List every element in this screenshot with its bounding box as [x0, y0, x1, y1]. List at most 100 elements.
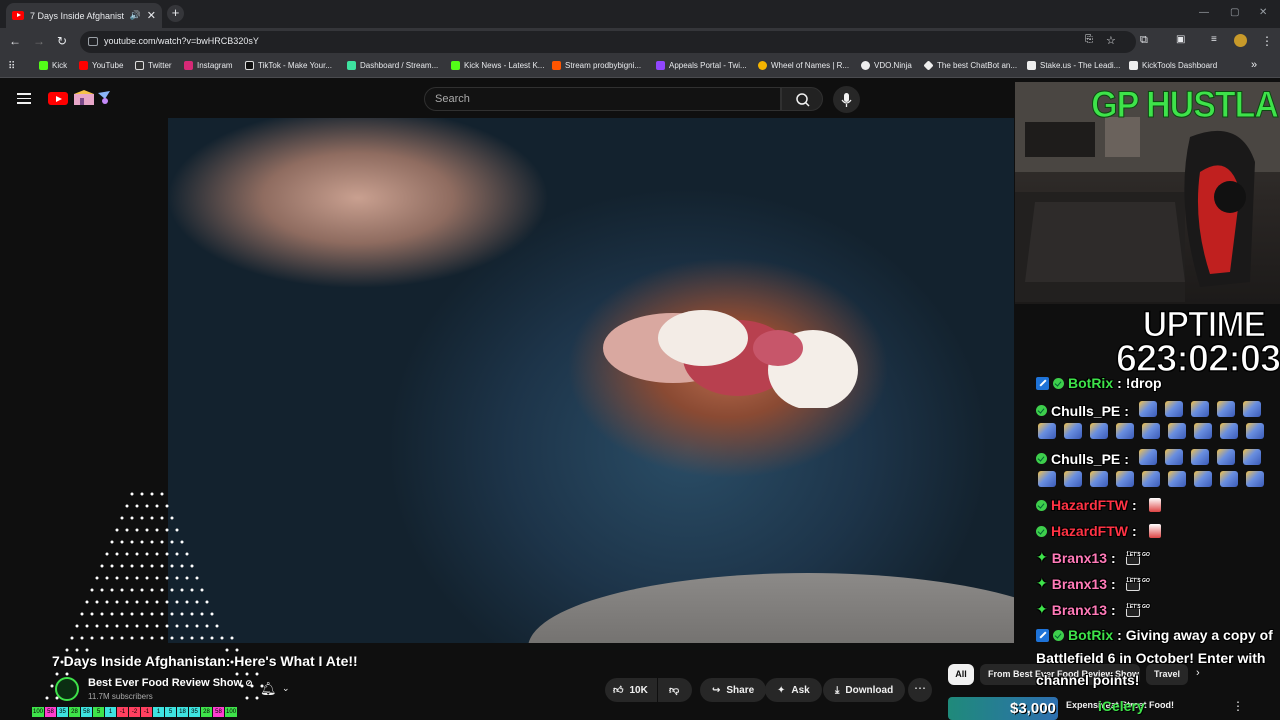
emote-icon — [1246, 471, 1264, 487]
chevron-down-icon[interactable]: ⌄ — [282, 683, 290, 694]
stream-icon — [552, 61, 561, 70]
maximize-window-button[interactable]: ▢ — [1230, 7, 1239, 18]
emote-icon — [1116, 423, 1134, 439]
chat-message: Chulls_PE: — [1036, 449, 1269, 468]
bookmark-star-icon[interactable]: ☆ — [1106, 34, 1116, 47]
bookmark-appeals[interactable]: Appeals Portal - Twi... — [656, 61, 747, 70]
verified-check-icon — [1036, 525, 1047, 537]
voice-search-button[interactable] — [833, 86, 860, 113]
chat-message: Chulls_PE: — [1036, 401, 1269, 420]
minimize-window-button[interactable]: — — [1199, 7, 1209, 18]
emote-icon — [1164, 401, 1183, 417]
emote-icon — [1138, 449, 1157, 465]
chat-message: ✦ Branx13: LET'S GO — [1036, 575, 1150, 592]
emote-icon — [1220, 471, 1238, 487]
emote-icon — [1194, 423, 1212, 439]
dislike-button[interactable]: 👎︎ — [658, 678, 692, 702]
video-player[interactable] — [168, 118, 1014, 643]
raw-meat-image — [603, 310, 858, 408]
bookmark-tiktok[interactable]: TikTok - Make Your... — [245, 61, 332, 70]
chip-travel[interactable]: Travel — [1146, 664, 1189, 685]
close-tab-icon[interactable]: ✕ — [147, 9, 156, 22]
apps-grid-icon[interactable]: ⠿ — [8, 61, 15, 72]
chip-all[interactable]: All — [948, 664, 974, 685]
chatbot-icon — [923, 60, 934, 71]
more-bookmarks-icon[interactable]: » — [1251, 59, 1257, 71]
like-button[interactable]: 👍︎ 10K — [605, 678, 657, 702]
emote-icon — [1064, 471, 1082, 487]
thumbs-down-icon: 👎︎ — [669, 685, 680, 696]
reload-button[interactable]: ↻ — [57, 34, 67, 48]
youtube-favicon-icon — [12, 11, 24, 20]
verified-check-icon — [1036, 405, 1047, 416]
bookmark-youtube[interactable]: YouTube — [79, 61, 123, 70]
instagram-icon — [184, 61, 193, 70]
bookmark-stake[interactable]: Stake.us - The Leadi... — [1027, 61, 1120, 70]
doodle-logo-art[interactable] — [72, 90, 112, 106]
browser-tab-strip: 7 Days Inside Afghanistan: 🔊 ✕ + — ▢ ✕ — [0, 0, 1280, 28]
bookmark-stream[interactable]: Stream prodbybigni... — [552, 61, 641, 70]
chat-text-continuation: channel points! — [1036, 672, 1140, 688]
youtube-logo-icon[interactable] — [48, 92, 68, 105]
kicktools-icon — [1129, 61, 1138, 70]
sidebar-icon[interactable]: ▣ — [1176, 34, 1185, 45]
microphone-icon — [841, 93, 852, 107]
emote-icon — [1142, 423, 1160, 439]
chat-emote-row — [1038, 471, 1272, 487]
chat-message: HazardFTW: — [1036, 497, 1161, 513]
tab-title: 7 Days Inside Afghanistan: — [30, 10, 124, 21]
bookmark-kick[interactable]: Kick — [39, 61, 67, 70]
bookmark-vdo-ninja[interactable]: VDO.Ninja — [861, 61, 912, 70]
search-button[interactable] — [781, 87, 823, 111]
emote-icon — [1216, 401, 1235, 417]
forward-button[interactable]: → — [33, 34, 45, 48]
download-button[interactable]: ⤓ Download — [823, 678, 906, 702]
cooking-pot-image — [528, 573, 1014, 643]
emote-icon — [1168, 471, 1186, 487]
bookmark-twitter[interactable]: Twitter — [135, 61, 172, 70]
ask-button[interactable]: ✦ Ask — [765, 678, 822, 702]
channel-avatar[interactable] — [55, 677, 79, 701]
subscriber-count: 11.7M subscribers — [88, 692, 153, 701]
bookmark-wheel[interactable]: Wheel of Names | R... — [758, 61, 849, 70]
bookmark-kicktools[interactable]: KickTools Dashboard — [1129, 61, 1217, 70]
bookmark-instagram[interactable]: Instagram — [184, 61, 233, 70]
new-tab-button[interactable]: + — [167, 5, 184, 22]
poll-color-bar: 100 58 35 28 58 5 1 -1 -2 -1 1 5 18 35 2… — [32, 707, 238, 717]
bookmark-chatbot[interactable]: The best ChatBot an... — [923, 60, 1017, 71]
audio-icon[interactable]: 🔊 — [130, 10, 141, 21]
profile-avatar[interactable] — [1234, 34, 1247, 47]
chat-message: ✦ Branx13: LET'S GO — [1036, 549, 1150, 566]
emote-icon — [1148, 498, 1161, 512]
share-button[interactable]: ↪ Share — [700, 678, 767, 702]
more-actions-button[interactable]: ⋯ — [908, 678, 932, 702]
recommended-more-icon[interactable]: ⋮ — [1232, 699, 1244, 713]
thumbs-up-icon: 👍︎ — [613, 685, 624, 696]
cast-icon[interactable]: ⎘ — [1085, 34, 1093, 45]
address-bar[interactable]: youtube.com/watch?v=bwHRCB320sY — [80, 31, 1136, 53]
bookmark-kick-news[interactable]: Kick News - Latest K... — [451, 61, 544, 70]
close-window-button[interactable]: ✕ — [1259, 7, 1267, 18]
share-arrow-icon: ↪ — [712, 684, 721, 696]
emote-icon — [1190, 401, 1209, 417]
chat-message: ✦ Branx13: LET'S GO — [1036, 601, 1150, 618]
hamburger-menu-icon[interactable] — [17, 93, 31, 104]
emote-icon — [1194, 471, 1212, 487]
emote-icon — [1090, 471, 1108, 487]
sparkle-icon: ✦ — [777, 684, 786, 696]
chat-username: Chulls_PE — [1051, 450, 1121, 467]
browser-tab-active[interactable]: 7 Days Inside Afghanistan: 🔊 ✕ — [6, 3, 162, 28]
channel-name[interactable]: Best Ever Food Review Show ⊘ — [88, 677, 253, 689]
bell-notification-icon[interactable]: 🔔︎ — [260, 681, 277, 697]
bookmark-dashboard[interactable]: Dashboard / Stream... — [347, 61, 438, 70]
chat-username: BotRix — [1068, 375, 1114, 391]
menu-kebab-icon[interactable]: ⋮ — [1261, 34, 1273, 48]
chip-next-chevron-icon[interactable]: › — [1196, 667, 1200, 679]
site-info-icon[interactable] — [88, 37, 98, 46]
back-button[interactable]: ← — [9, 34, 21, 48]
extensions-icon[interactable]: ⧉ — [1140, 34, 1148, 47]
media-controls-icon[interactable]: ≡ — [1211, 34, 1217, 45]
search-input[interactable]: Search — [424, 87, 781, 111]
video-title: 7 Days Inside Afghanistan: Here's What I… — [52, 653, 358, 669]
sparkle-badge-icon: ✦ — [1036, 575, 1048, 591]
